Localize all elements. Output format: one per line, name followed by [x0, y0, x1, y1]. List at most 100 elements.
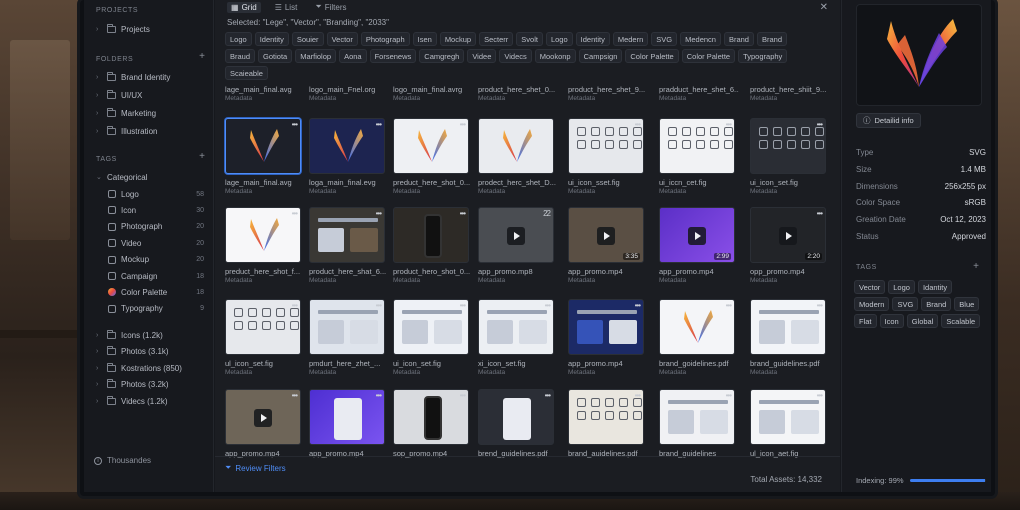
more-options-icon[interactable]: •••: [460, 301, 466, 310]
filter-chip[interactable]: Videe: [467, 49, 497, 63]
filter-chip[interactable]: Medencn: [680, 32, 721, 46]
asset-tag[interactable]: Idantity: [917, 280, 953, 294]
asset-thumbnail[interactable]: 22: [478, 207, 554, 263]
more-options-icon[interactable]: •••: [635, 120, 641, 129]
asset-thumbnail[interactable]: 2:99: [659, 207, 735, 263]
more-options-icon[interactable]: •••: [817, 391, 823, 400]
filter-chip[interactable]: Souier: [291, 32, 324, 46]
sidebar-collection-item[interactable]: › Icons (1.2k): [96, 328, 163, 342]
filter-chip[interactable]: Aona: [339, 49, 367, 63]
filter-chip[interactable]: Color Palette: [681, 49, 736, 63]
more-options-icon[interactable]: •••: [726, 120, 732, 129]
sidebar-folder-item[interactable]: › Brand Identity: [96, 70, 170, 84]
sidebar-tag-item[interactable]: Video 20: [108, 236, 204, 250]
asset-tag[interactable]: Scalable: [941, 314, 981, 328]
asset-tag[interactable]: Global: [906, 314, 939, 328]
sidebar-tag-item[interactable]: Logo 58: [108, 187, 204, 201]
more-options-icon[interactable]: •••: [817, 120, 823, 129]
asset-tag[interactable]: Brand: [921, 297, 952, 311]
more-options-icon[interactable]: •••: [726, 391, 732, 400]
asset-thumbnail[interactable]: •••: [750, 299, 826, 355]
more-options-icon[interactable]: •••: [460, 391, 466, 400]
asset-thumbnail[interactable]: •••: [659, 118, 735, 174]
more-options-icon[interactable]: •••: [817, 301, 823, 310]
asset-thumbnail[interactable]: •••: [393, 389, 469, 445]
sidebar-tag-item[interactable]: Photograph 20: [108, 220, 204, 234]
more-options-icon[interactable]: •••: [545, 301, 551, 310]
filter-chip[interactable]: Campsign: [578, 49, 623, 63]
asset-tag[interactable]: Icon: [879, 314, 904, 328]
detail-info-button[interactable]: ⓘ Detailid info: [856, 113, 921, 128]
filter-chip[interactable]: Mockup: [439, 32, 477, 46]
asset-thumbnail[interactable]: 3:35: [568, 207, 644, 263]
filter-chip[interactable]: Camgregh: [419, 49, 465, 63]
list-view-button[interactable]: ☰ List: [271, 2, 302, 13]
more-options-icon[interactable]: •••: [817, 209, 823, 218]
more-options-icon[interactable]: •••: [292, 391, 298, 400]
sidebar-collection-item[interactable]: › Photos (3.1k): [96, 345, 169, 359]
asset-thumbnail[interactable]: •••: [659, 389, 735, 445]
asset-thumbnail[interactable]: •••: [309, 299, 385, 355]
asset-thumbnail[interactable]: •••: [750, 118, 826, 174]
asset-thumbnail[interactable]: •••: [568, 389, 644, 445]
close-icon[interactable]: ✕: [820, 2, 828, 13]
asset-thumbnail[interactable]: •••: [225, 207, 301, 263]
more-options-icon[interactable]: •••: [376, 391, 382, 400]
more-options-icon[interactable]: •••: [292, 120, 298, 129]
sidebar-tag-item[interactable]: Icon 30: [108, 203, 204, 217]
filter-chip[interactable]: Marfiolop: [295, 49, 337, 63]
filter-chip[interactable]: Brand: [723, 32, 754, 46]
asset-thumbnail[interactable]: [478, 118, 554, 174]
filter-chip[interactable]: Vector: [326, 32, 358, 46]
sidebar-folder-item[interactable]: › Marketing: [96, 106, 156, 120]
asset-tag[interactable]: Modern: [854, 297, 890, 311]
asset-thumbnail[interactable]: •••: [309, 118, 385, 174]
sidebar-collection-item[interactable]: › Videcs (1.2k): [96, 394, 168, 408]
asset-tag[interactable]: Blue: [954, 297, 980, 311]
filter-chip[interactable]: Identity: [575, 32, 610, 46]
asset-thumbnail[interactable]: •••: [309, 207, 385, 263]
sidebar-collection-item[interactable]: › Kostrations (850): [96, 361, 182, 375]
more-options-icon[interactable]: •••: [635, 301, 641, 310]
filter-chip[interactable]: Photograph: [360, 32, 410, 46]
sidebar-tag-item[interactable]: Typography 9: [108, 302, 204, 316]
asset-thumbnail[interactable]: •••: [225, 118, 301, 174]
filter-chip[interactable]: Logo: [545, 32, 573, 46]
asset-thumbnail[interactable]: •••: [478, 299, 554, 355]
asset-thumbnail[interactable]: •••: [659, 299, 735, 355]
asset-thumbnail[interactable]: •••: [568, 118, 644, 174]
asset-tag[interactable]: SVG: [892, 297, 919, 311]
filter-chip[interactable]: Braud: [225, 49, 256, 63]
more-options-icon[interactable]: •••: [460, 120, 466, 129]
add-tag-icon[interactable]: +: [973, 261, 979, 272]
add-tag-icon[interactable]: +: [199, 151, 205, 162]
sidebar-tag-item[interactable]: Mockup 20: [108, 253, 204, 267]
sidebar-item-projects[interactable]: › Projects: [96, 22, 150, 36]
asset-thumbnail[interactable]: •••: [393, 207, 469, 263]
filters-button[interactable]: ⏷ Filters: [311, 1, 350, 13]
filter-chip[interactable]: Medern: [612, 32, 649, 46]
more-options-icon[interactable]: •••: [376, 120, 382, 129]
filter-chip[interactable]: SVG: [651, 32, 678, 46]
filter-chip[interactable]: Gotiota: [258, 49, 293, 63]
more-options-icon[interactable]: •••: [376, 209, 382, 218]
review-filters-link[interactable]: ⏷ Review Filters: [225, 463, 286, 473]
filter-chip[interactable]: Svolt: [516, 32, 543, 46]
asset-thumbnail[interactable]: •••: [393, 299, 469, 355]
sidebar-collection-item[interactable]: › Photos (3.2k): [96, 378, 169, 392]
asset-thumbnail[interactable]: •••: [309, 389, 385, 445]
filter-chip[interactable]: Logo: [225, 32, 252, 46]
filter-chip[interactable]: Secterr: [479, 32, 514, 46]
asset-thumbnail[interactable]: •••: [478, 389, 554, 445]
asset-tag[interactable]: Vector: [854, 280, 886, 294]
asset-thumbnail[interactable]: •••: [568, 299, 644, 355]
asset-thumbnail[interactable]: •••: [225, 299, 301, 355]
add-folder-icon[interactable]: +: [199, 51, 205, 62]
filter-chip[interactable]: Brand: [756, 32, 787, 46]
more-options-icon[interactable]: •••: [545, 391, 551, 400]
more-options-icon[interactable]: •••: [376, 301, 382, 310]
asset-tag[interactable]: Flat: [854, 314, 877, 328]
filter-chip[interactable]: Videcs: [499, 49, 532, 63]
more-options-icon[interactable]: •••: [635, 391, 641, 400]
filter-chip[interactable]: Isen: [412, 32, 437, 46]
